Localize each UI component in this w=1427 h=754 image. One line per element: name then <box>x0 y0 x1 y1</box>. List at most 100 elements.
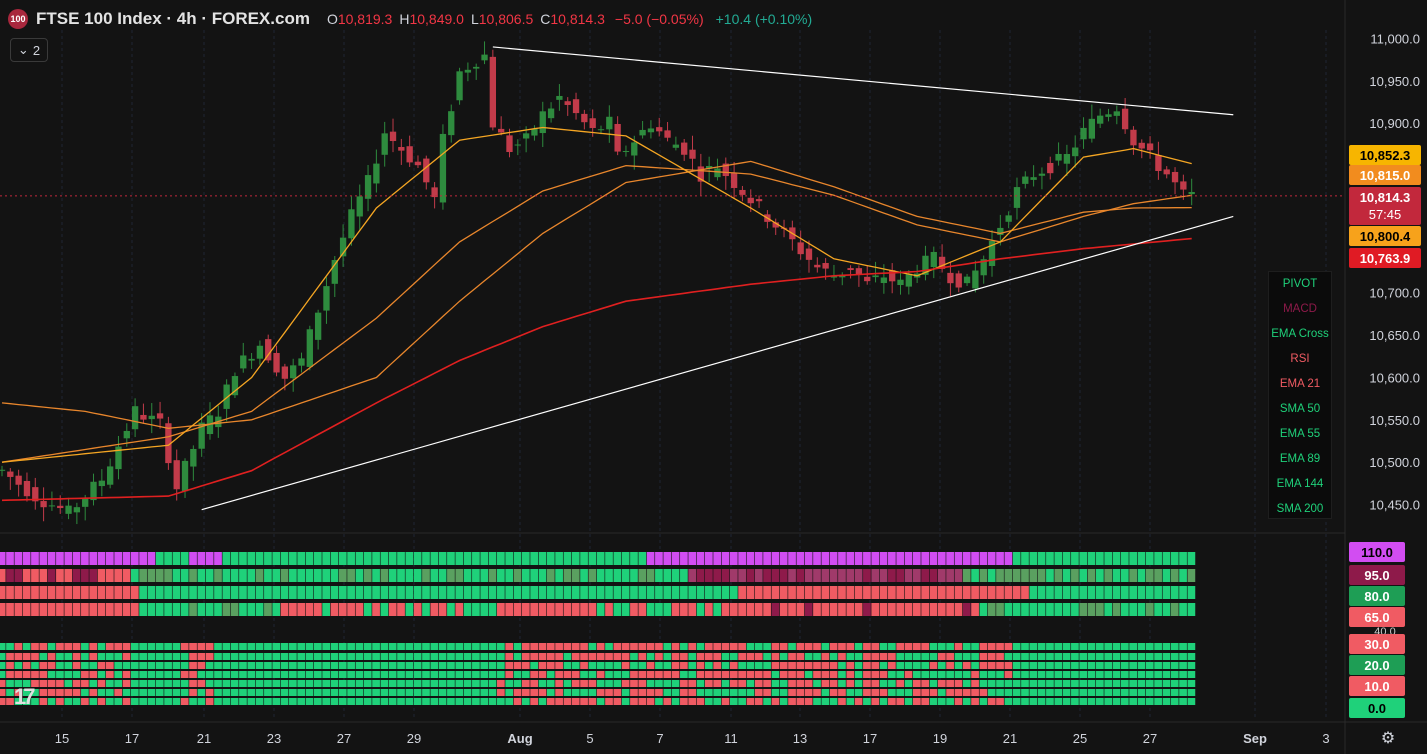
candle-body <box>398 147 405 151</box>
legend-item-macd[interactable]: MACD <box>1269 297 1331 322</box>
legend-item-ema-55[interactable]: EMA 55 <box>1269 422 1331 447</box>
heatmap-cell <box>580 552 588 565</box>
heatmap-cell <box>962 586 971 599</box>
heatmap-cell <box>680 689 688 696</box>
heatmap-cell <box>0 643 6 650</box>
heatmap-cell <box>280 552 289 565</box>
heatmap-cell <box>155 643 164 650</box>
heatmap-cell <box>987 603 996 616</box>
symbol-title[interactable]: FTSE 100 Index · 4h · FOREX.com <box>36 9 310 29</box>
heatmap-cell <box>813 662 821 669</box>
heatmap-cell <box>39 698 48 705</box>
heatmap-cell <box>796 552 805 565</box>
heatmap-cell <box>463 586 472 599</box>
heatmap-cell <box>0 698 6 705</box>
candle-body <box>373 163 380 184</box>
heatmap-cell <box>630 653 638 660</box>
heatmap-cell <box>729 671 738 678</box>
heatmap-cell <box>322 689 331 696</box>
heatmap-cell <box>1154 698 1162 705</box>
heatmap-cell <box>372 603 380 616</box>
heatmap-cell <box>205 698 214 705</box>
heatmap-cell <box>105 643 114 650</box>
heatmap-cell <box>688 569 697 582</box>
heatmap-cell <box>555 603 563 616</box>
chart-canvas[interactable]: 11,000.010,950.010,900.010,700.010,650.0… <box>0 0 1427 754</box>
legend-item-ema-21[interactable]: EMA 21 <box>1269 372 1331 397</box>
heatmap-cell <box>1054 643 1063 650</box>
heatmap-cell <box>1087 653 1096 660</box>
heatmap-cell <box>546 662 555 669</box>
heatmap-cell <box>1129 662 1138 669</box>
heatmap-cell <box>97 662 106 669</box>
heatmap-cell <box>771 643 780 650</box>
heatmap-cell <box>846 653 855 660</box>
lower-axis-badge-label: 80.0 <box>1364 589 1389 604</box>
heatmap-cell <box>1037 680 1046 687</box>
heatmap-cell <box>721 552 730 565</box>
heatmap-cell <box>172 569 181 582</box>
candle-body <box>1163 169 1170 175</box>
heatmap-cell <box>1187 698 1196 705</box>
candle-body <box>131 406 139 430</box>
candle-body <box>248 358 255 361</box>
candle-body <box>864 276 871 282</box>
legend-item-sma-200[interactable]: SMA 200 <box>1269 497 1331 522</box>
heatmap-cell <box>571 698 580 705</box>
indicators-collapse-button[interactable]: ⌄ 2 <box>10 38 48 62</box>
heatmap-cell <box>272 569 281 582</box>
legend-item-ema-144[interactable]: EMA 144 <box>1269 472 1331 497</box>
heatmap-cell <box>1062 698 1071 705</box>
heatmap-cell <box>912 586 921 599</box>
heatmap-cell <box>513 643 522 650</box>
heatmap-cell <box>214 643 222 650</box>
heatmap-cell <box>696 671 705 678</box>
gear-icon[interactable]: ⚙ <box>1378 728 1398 748</box>
legend-item-sma-50[interactable]: SMA 50 <box>1269 397 1331 422</box>
heatmap-cell <box>513 698 522 705</box>
candle-body <box>1063 154 1071 164</box>
heatmap-cell <box>472 689 480 696</box>
heatmap-cell <box>1079 680 1088 687</box>
high-value: 10,849.0 <box>409 11 464 27</box>
heatmap-cell <box>1079 552 1088 565</box>
heatmap-cell <box>197 671 206 678</box>
legend-item-pivot[interactable]: PIVOT <box>1269 272 1331 297</box>
heatmap-cell <box>1112 653 1121 660</box>
heatmap-cell <box>1145 662 1154 669</box>
heatmap-cell <box>1170 552 1179 565</box>
heatmap-cell <box>230 552 239 565</box>
heatmap-cell <box>463 643 472 650</box>
heatmap-cell <box>1112 698 1121 705</box>
heatmap-cell <box>879 552 888 565</box>
heatmap-cell <box>497 586 505 599</box>
heatmap-cell <box>313 569 322 582</box>
heatmap-cell <box>1062 662 1071 669</box>
heatmap-cell <box>912 643 921 650</box>
heatmap-cell <box>804 586 813 599</box>
heatmap-cell <box>1145 689 1154 696</box>
symbol-badge[interactable]: 100 <box>8 9 28 29</box>
heatmap-cell <box>946 671 954 678</box>
heatmap-cell <box>1096 643 1104 650</box>
heatmap-cell <box>6 643 14 650</box>
heatmap-cell <box>472 603 480 616</box>
heatmap-cell <box>255 569 264 582</box>
time-tick-label: 19 <box>933 731 947 746</box>
heatmap-cell <box>588 698 597 705</box>
legend-item-ema-89[interactable]: EMA 89 <box>1269 447 1331 472</box>
heatmap-cell <box>513 586 522 599</box>
heatmap-cell <box>937 603 946 616</box>
heatmap-cell <box>222 586 231 599</box>
heatmap-cell <box>447 662 455 669</box>
heatmap-cell <box>372 689 380 696</box>
heatmap-cell <box>313 698 322 705</box>
heatmap-cell <box>1046 680 1054 687</box>
heatmap-cell <box>1021 586 1029 599</box>
heatmap-cell <box>713 671 722 678</box>
legend-item-ema-cross[interactable]: EMA Cross <box>1269 322 1331 347</box>
heatmap-cell <box>1120 603 1129 616</box>
legend-item-rsi[interactable]: RSI <box>1269 347 1331 372</box>
heatmap-cell <box>630 671 638 678</box>
heatmap-cell <box>97 653 106 660</box>
